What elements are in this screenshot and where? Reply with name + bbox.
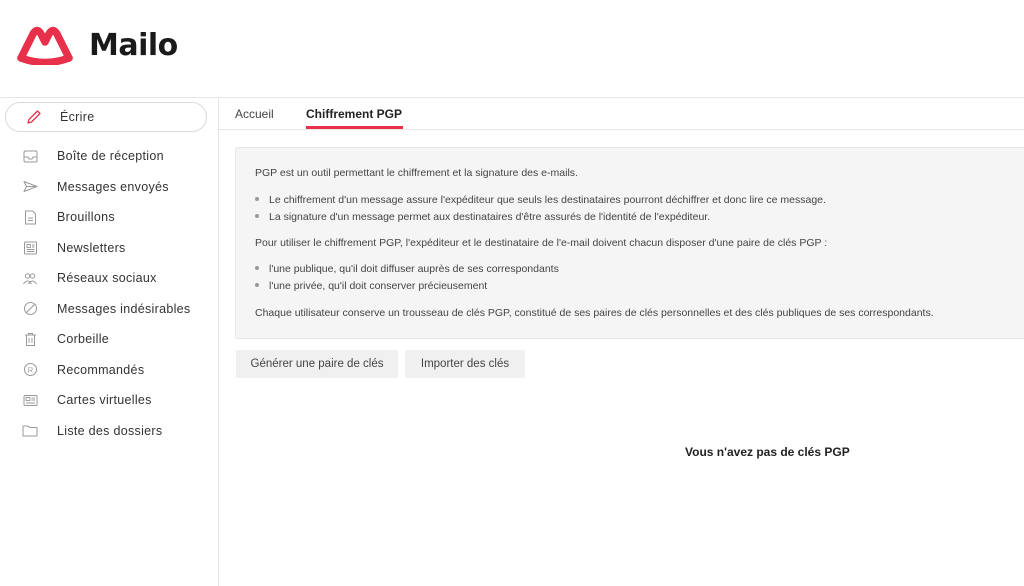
sidebar-item-newsletters[interactable]: Newsletters <box>0 233 218 264</box>
send-icon <box>22 179 38 195</box>
info-bullet: La signature d'un message permet aux des… <box>255 211 710 223</box>
bullet-dot <box>255 283 259 288</box>
trash-icon <box>22 331 38 347</box>
mailo-logo-icon <box>17 26 73 65</box>
import-keys-button[interactable]: Importer des clés <box>405 350 525 378</box>
info-intro: PGP est un outil permettant le chiffreme… <box>255 167 578 179</box>
bullet-dot <box>255 266 259 271</box>
pencil-icon <box>25 108 43 126</box>
sidebar-item-sent[interactable]: Messages envoyés <box>0 172 218 203</box>
sidebar: Écrire Boîte de réception Messages envoy… <box>0 98 219 586</box>
info-bullet-text: l'une publique, qu'il doit diffuser aupr… <box>269 263 559 275</box>
sidebar-item-label: Brouillons <box>57 210 115 225</box>
info-bullet-text: Le chiffrement d'un message assure l'exp… <box>269 194 826 206</box>
info-keyring: Chaque utilisateur conserve un trousseau… <box>255 307 934 319</box>
header: Mailo <box>0 0 1024 98</box>
folder-list: Boîte de réception Messages envoyés Brou… <box>0 141 218 446</box>
sidebar-item-virtual-cards[interactable]: Cartes virtuelles <box>0 385 218 416</box>
pgp-info-panel: PGP est un outil permettant le chiffreme… <box>235 147 1024 339</box>
card-icon <box>22 392 38 408</box>
tab-chiffrement-pgp[interactable]: Chiffrement PGP <box>306 107 402 121</box>
mailo-logo[interactable]: Mailo <box>14 25 178 65</box>
sidebar-item-label: Messages indésirables <box>57 301 191 316</box>
people-icon <box>22 270 38 286</box>
sidebar-item-drafts[interactable]: Brouillons <box>0 202 218 233</box>
sidebar-item-label: Cartes virtuelles <box>57 393 152 408</box>
newsletter-icon <box>22 240 38 256</box>
draft-icon <box>22 209 38 225</box>
info-bullet: l'une publique, qu'il doit diffuser aupr… <box>255 263 559 275</box>
sidebar-item-label: Newsletters <box>57 240 126 255</box>
generate-keypair-button[interactable]: Générer une paire de clés <box>236 350 398 378</box>
sidebar-item-label: Recommandés <box>57 362 145 377</box>
bullet-dot <box>255 214 259 219</box>
app-name: Mailo <box>89 27 178 63</box>
info-requirement: Pour utiliser le chiffrement PGP, l'expé… <box>255 237 828 249</box>
sidebar-item-inbox[interactable]: Boîte de réception <box>0 141 218 172</box>
inbox-icon <box>22 148 38 164</box>
tab-accueil[interactable]: Accueil <box>235 107 274 121</box>
tab-bar: Accueil Chiffrement PGP <box>219 98 1024 130</box>
folder-icon <box>22 423 38 439</box>
sidebar-item-spam[interactable]: Messages indésirables <box>0 294 218 325</box>
registered-icon: R <box>22 362 38 378</box>
empty-state-message: Vous n'avez pas de clés PGP <box>685 445 850 459</box>
sidebar-item-label: Boîte de réception <box>57 149 164 164</box>
compose-label: Écrire <box>60 110 95 124</box>
sidebar-item-social[interactable]: Réseaux sociaux <box>0 263 218 294</box>
sidebar-item-label: Liste des dossiers <box>57 423 163 438</box>
sidebar-item-label: Corbeille <box>57 332 110 347</box>
svg-text:R: R <box>27 366 33 375</box>
compose-button[interactable]: Écrire <box>5 102 207 132</box>
active-tab-indicator <box>306 126 403 129</box>
sidebar-item-registered[interactable]: R Recommandés <box>0 355 218 386</box>
spam-icon <box>22 301 38 317</box>
sidebar-item-label: Messages envoyés <box>57 179 169 194</box>
info-bullet: Le chiffrement d'un message assure l'exp… <box>255 194 826 206</box>
sidebar-item-label: Réseaux sociaux <box>57 271 157 286</box>
bullet-dot <box>255 197 259 202</box>
sidebar-item-trash[interactable]: Corbeille <box>0 324 218 355</box>
info-bullet: l'une privée, qu'il doit conserver préci… <box>255 280 487 292</box>
sidebar-item-folders[interactable]: Liste des dossiers <box>0 416 218 447</box>
info-bullet-text: l'une privée, qu'il doit conserver préci… <box>269 280 488 292</box>
info-bullet-text: La signature d'un message permet aux des… <box>269 211 711 223</box>
